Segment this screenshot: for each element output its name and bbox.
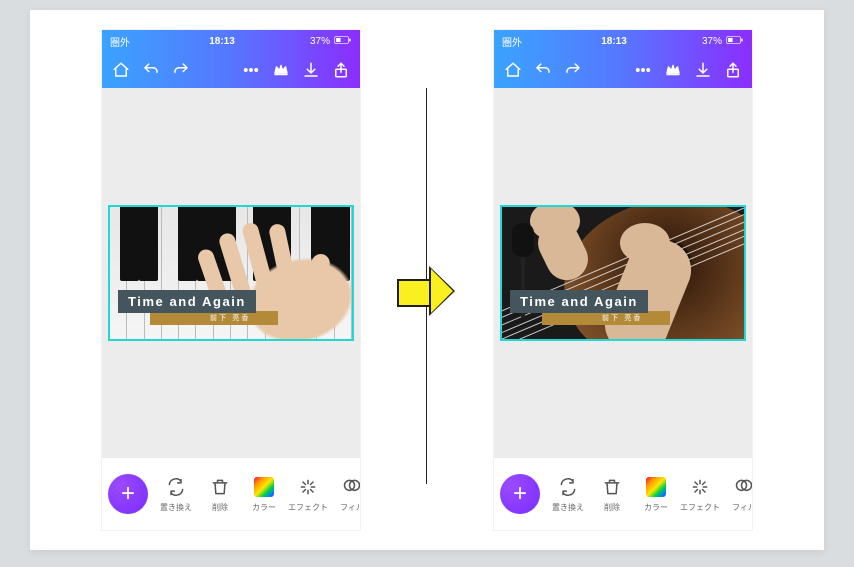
home-button[interactable] (500, 57, 526, 83)
crown-button[interactable] (268, 57, 294, 83)
add-button[interactable]: + (108, 474, 148, 514)
replace-icon (165, 476, 187, 498)
crown-button[interactable] (660, 57, 686, 83)
effect-label: エフェクト (288, 502, 328, 513)
color-icon (253, 476, 275, 498)
battery-label: 37% (702, 36, 722, 47)
filter-button[interactable]: フィル (330, 476, 360, 513)
trash-icon (601, 476, 623, 498)
trash-icon (209, 476, 231, 498)
download-button[interactable] (690, 57, 716, 83)
top-toolbar (494, 52, 752, 88)
color-label: カラー (644, 502, 668, 513)
battery-icon (726, 35, 744, 48)
battery-icon (334, 35, 352, 48)
canvas-area[interactable]: 前下 亮香 Time and Again (102, 88, 360, 458)
selected-image[interactable]: 前下 亮香 Time and Again (500, 205, 746, 341)
delete-label: 削除 (604, 502, 620, 513)
phone-before: 圏外 18:13 37% (102, 30, 360, 530)
more-button[interactable] (630, 57, 656, 83)
title-label: Time and Again (118, 290, 256, 313)
status-bar: 圏外 18:13 37% (494, 30, 752, 52)
bottom-bar: + 置き換え 削除 カラー エフェクト フィル (102, 458, 360, 530)
page-frame: 圏外 18:13 37% (30, 10, 824, 550)
share-button[interactable] (328, 57, 354, 83)
status-bar: 圏外 18:13 37% (102, 30, 360, 52)
clock: 18:13 (209, 36, 235, 47)
transform-arrow (397, 266, 457, 316)
filter-label: フィル (340, 502, 360, 513)
replace-button[interactable]: 置き換え (546, 476, 590, 513)
effect-button[interactable]: エフェクト (678, 476, 722, 513)
subtitle-label: 前下 亮香 (150, 311, 278, 325)
undo-button[interactable] (530, 57, 556, 83)
top-toolbar (102, 52, 360, 88)
redo-button[interactable] (168, 57, 194, 83)
delete-label: 削除 (212, 502, 228, 513)
more-button[interactable] (238, 57, 264, 83)
bottom-bar: + 置き換え 削除 カラー エフェクト フィル (494, 458, 752, 530)
effect-label: エフェクト (680, 502, 720, 513)
delete-button[interactable]: 削除 (590, 476, 634, 513)
filter-icon (341, 476, 360, 498)
battery-label: 37% (310, 36, 330, 47)
undo-button[interactable] (138, 57, 164, 83)
clock: 18:13 (601, 36, 627, 47)
replace-button[interactable]: 置き換え (154, 476, 198, 513)
add-button[interactable]: + (500, 474, 540, 514)
color-icon (645, 476, 667, 498)
color-label: カラー (252, 502, 276, 513)
selected-image[interactable]: 前下 亮香 Time and Again (108, 205, 354, 341)
sparkle-icon (689, 476, 711, 498)
phone-after: 圏外 18:13 37% (494, 30, 752, 530)
replace-label: 置き換え (160, 502, 192, 513)
canvas-area[interactable]: 前下 亮香 Time and Again (494, 88, 752, 458)
sparkle-icon (297, 476, 319, 498)
color-button[interactable]: カラー (634, 476, 678, 513)
filter-label: フィル (732, 502, 752, 513)
redo-button[interactable] (560, 57, 586, 83)
share-button[interactable] (720, 57, 746, 83)
delete-button[interactable]: 削除 (198, 476, 242, 513)
replace-label: 置き換え (552, 502, 584, 513)
filter-icon (733, 476, 752, 498)
color-button[interactable]: カラー (242, 476, 286, 513)
subtitle-label: 前下 亮香 (542, 311, 670, 325)
carrier-label: 圏外 (502, 34, 522, 49)
filter-button[interactable]: フィル (722, 476, 752, 513)
title-label: Time and Again (510, 290, 648, 313)
carrier-label: 圏外 (110, 34, 130, 49)
effect-button[interactable]: エフェクト (286, 476, 330, 513)
replace-icon (557, 476, 579, 498)
download-button[interactable] (298, 57, 324, 83)
home-button[interactable] (108, 57, 134, 83)
